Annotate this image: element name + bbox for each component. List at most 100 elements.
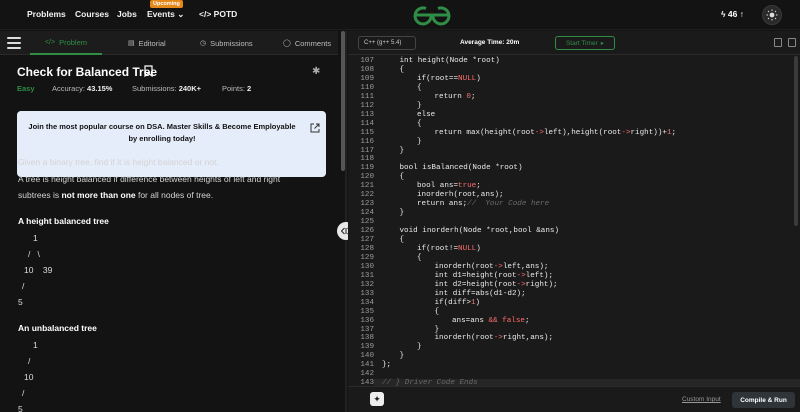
page-title: Check for Balanced Tree bbox=[17, 65, 158, 79]
code-editor[interactable]: 107 int height(Node *root) 108 {109 if(root=… bbox=[348, 56, 800, 386]
line-number: 136 bbox=[360, 316, 374, 325]
code-line[interactable]: 139} bbox=[348, 343, 800, 352]
line-number: 117 bbox=[360, 146, 374, 155]
tab-editorial[interactable]: ▤ Editorial bbox=[128, 31, 166, 55]
tree-line: 10 bbox=[24, 372, 34, 382]
nav-courses[interactable]: Courses bbox=[75, 9, 109, 19]
code-line[interactable]: 129 { bbox=[348, 254, 800, 263]
tab-comments[interactable]: ◯ Comments bbox=[283, 31, 331, 55]
line-number: 115 bbox=[360, 128, 374, 137]
line-number: 110 bbox=[360, 83, 374, 92]
code-text: { bbox=[399, 173, 405, 182]
code-line[interactable]: 123 return ans;// Your Code here bbox=[348, 200, 800, 209]
code-line[interactable]: 138 inorderh(root->right,ans); bbox=[348, 334, 800, 343]
code-line[interactable]: 143 // } Driver Code Ends bbox=[348, 379, 800, 386]
clock-icon: ◷ bbox=[200, 40, 207, 47]
code-line[interactable]: 108 { bbox=[348, 66, 800, 75]
code-text: { bbox=[399, 236, 405, 244]
start-timer-button[interactable]: Start Timer ▸ bbox=[555, 36, 615, 50]
code-line[interactable]: 125 bbox=[348, 218, 800, 227]
upcoming-badge: Upcoming bbox=[150, 0, 183, 8]
code-line[interactable]: 140} bbox=[348, 352, 800, 361]
code-line[interactable]: 127 { bbox=[348, 236, 800, 245]
play-icon: ▸ bbox=[600, 40, 605, 47]
code-line[interactable]: 115 return max(height(root->left),height(… bbox=[348, 129, 800, 138]
code-line[interactable]: 130 inorderh(root->left,ans); bbox=[348, 263, 800, 272]
line-number: 142 bbox=[360, 370, 374, 379]
code-line[interactable]: 135 { bbox=[348, 308, 800, 317]
copy-icon[interactable] bbox=[774, 38, 782, 47]
code-line[interactable]: 120 { bbox=[348, 173, 800, 182]
code-text: { bbox=[434, 307, 440, 316]
tree-line: / bbox=[22, 281, 25, 291]
nav-jobs[interactable]: Jobs bbox=[117, 9, 137, 19]
code-line[interactable]: 110 { bbox=[348, 84, 800, 93]
code-line[interactable]: 132 int d2=height(root->right); bbox=[348, 281, 800, 290]
code-line[interactable]: 117} bbox=[348, 147, 800, 156]
nav-events[interactable]: Events ⌄ bbox=[147, 9, 184, 20]
code-text: }; bbox=[382, 361, 392, 370]
code-line[interactable]: 109 if(root==NULL) bbox=[348, 75, 800, 84]
fullscreen-icon[interactable] bbox=[788, 38, 796, 47]
code-text: if(root!=NULL) bbox=[417, 244, 481, 253]
code-line[interactable]: 118 bbox=[348, 155, 800, 164]
code-text: } bbox=[417, 343, 422, 352]
code-line[interactable]: 133 int diff=abs(d1-d2); bbox=[348, 290, 800, 299]
line-number: 116 bbox=[360, 137, 374, 146]
external-link-icon[interactable] bbox=[310, 123, 320, 133]
code-line[interactable]: 121 bool ans=true; bbox=[348, 182, 800, 191]
line-number: 112 bbox=[360, 101, 374, 110]
nav-potd[interactable]: </> POTD bbox=[199, 9, 237, 19]
tree-line: 1 bbox=[33, 340, 38, 350]
code-line[interactable]: 114 { bbox=[348, 120, 800, 129]
gfg-logo[interactable] bbox=[412, 3, 452, 27]
code-line[interactable]: 112} bbox=[348, 102, 800, 111]
compile-run-button[interactable]: Compile & Run bbox=[732, 392, 795, 408]
bug-icon[interactable]: ✱ bbox=[312, 66, 320, 77]
custom-input-link[interactable]: Custom Input bbox=[682, 396, 721, 403]
code-line[interactable]: 131 int d1=height(root->left); bbox=[348, 272, 800, 281]
editor-scrollbar[interactable] bbox=[794, 56, 798, 226]
code-line[interactable]: 116} bbox=[348, 138, 800, 147]
code-text: inorderh(root->left,ans); bbox=[434, 262, 549, 271]
code-line[interactable]: 142 bbox=[348, 370, 800, 379]
line-number: 129 bbox=[360, 253, 374, 262]
line-number: 130 bbox=[360, 262, 374, 271]
problem-panel: </> Problem ▤ Editorial ◷ Submissions ◯ Comm… bbox=[0, 31, 338, 412]
code-text: { bbox=[417, 253, 422, 262]
bookmark-icon[interactable] bbox=[144, 65, 153, 77]
menu-icon[interactable] bbox=[7, 37, 21, 49]
code-line[interactable]: 134 if(diff>1) bbox=[348, 299, 800, 308]
code-text: { bbox=[417, 83, 422, 92]
code-line[interactable]: 124} bbox=[348, 209, 800, 218]
language-select[interactable]: C++ (g++ 5.4) bbox=[358, 36, 416, 50]
nav-problems[interactable]: Problems bbox=[27, 9, 66, 19]
line-number: 124 bbox=[360, 209, 374, 218]
code-line[interactable]: 137} bbox=[348, 326, 800, 335]
line-number: 128 bbox=[360, 244, 374, 253]
tree-line: / bbox=[28, 356, 31, 366]
accuracy-stat: Accuracy: 43.15% bbox=[52, 84, 113, 93]
tab-submissions[interactable]: ◷ Submissions bbox=[200, 31, 253, 55]
line-number: 118 bbox=[360, 155, 374, 164]
code-line[interactable]: 141}; bbox=[348, 361, 800, 370]
tab-problem[interactable]: </> Problem bbox=[30, 31, 102, 55]
code-line[interactable]: 128 if(root!=NULL) bbox=[348, 245, 800, 254]
code-line[interactable]: 107 int height(Node *root) bbox=[348, 57, 800, 66]
code-line[interactable]: 113 else bbox=[348, 111, 800, 120]
code-line[interactable]: 126 void inorderh(Node *root,bool &ans) bbox=[348, 227, 800, 236]
code-line[interactable]: 119 bool isBalanced(Node *root) bbox=[348, 164, 800, 173]
description-line-3: subtrees is not more than one for all no… bbox=[18, 190, 214, 200]
course-banner[interactable]: Join the most popular course on DSA. Mas… bbox=[17, 111, 326, 177]
code-icon: </> bbox=[44, 38, 56, 46]
code-line[interactable]: 122 inorderh(root,ans); bbox=[348, 191, 800, 200]
avatar[interactable] bbox=[762, 5, 782, 25]
code-line[interactable]: 136 ans=ans && false; bbox=[348, 317, 800, 326]
streak-counter[interactable]: ϟ 46 ↑ bbox=[721, 9, 744, 19]
description-line-2: A tree is height balanced if difference … bbox=[18, 174, 281, 184]
code-text: int d1=height(root->left); bbox=[434, 271, 554, 280]
lightbulb-icon[interactable]: ✦ bbox=[370, 392, 384, 406]
code-line[interactable]: 111 return 0; bbox=[348, 93, 800, 102]
tree-line: 5 bbox=[18, 297, 23, 307]
line-number: 125 bbox=[360, 218, 374, 227]
